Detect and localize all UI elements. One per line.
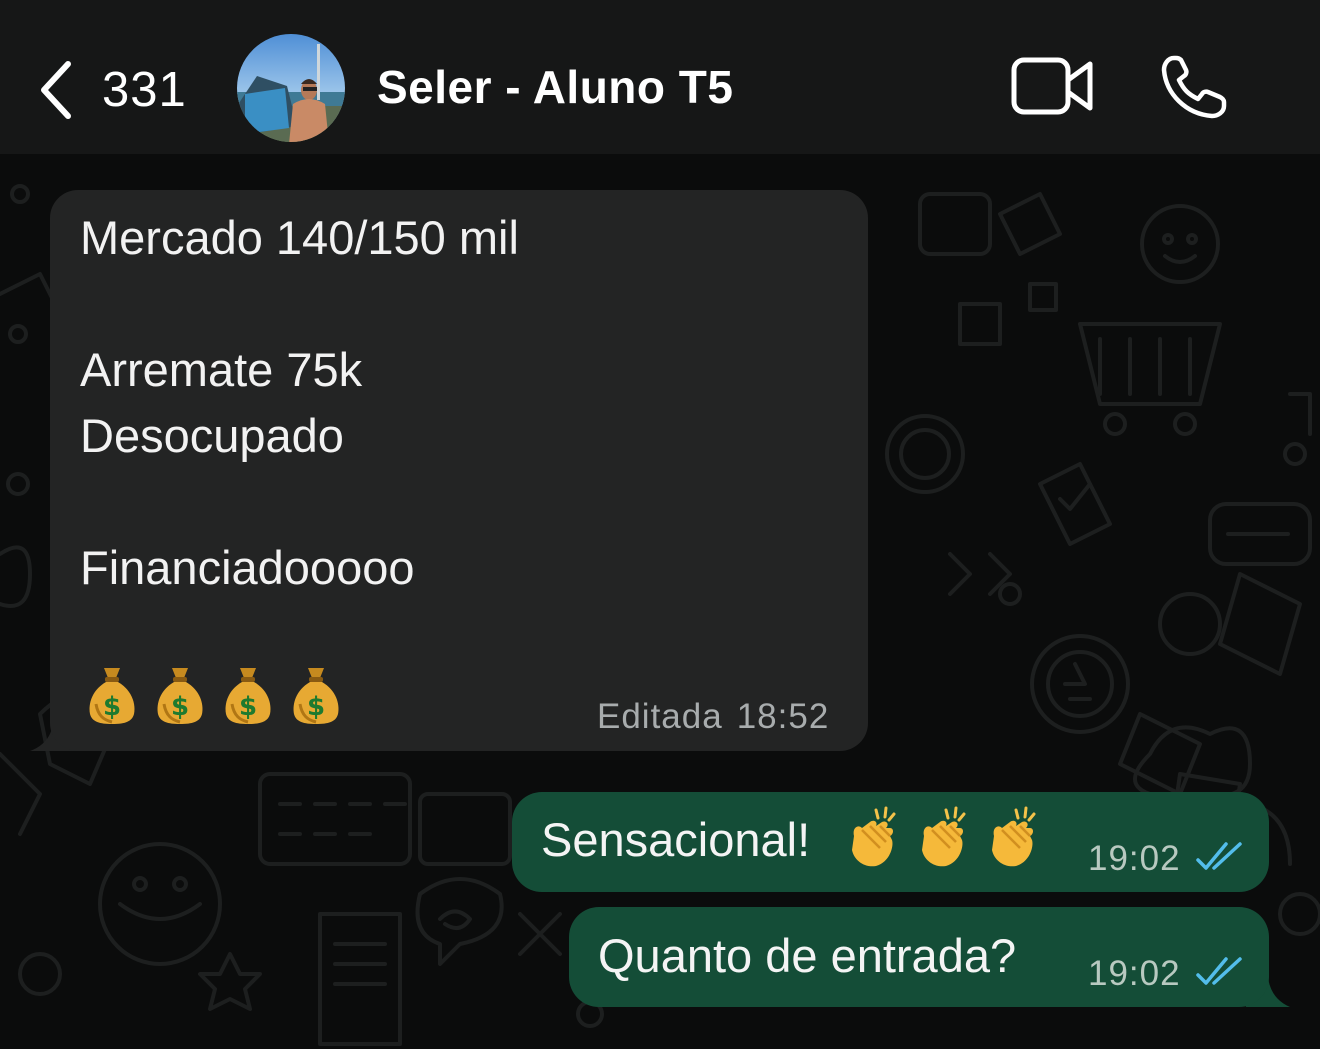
- incoming-message-line: Mercado 140/150 mil: [80, 211, 519, 264]
- clapping-hands-icon: [852, 806, 896, 867]
- svg-text:$: $: [307, 692, 325, 722]
- video-camera-icon: [1011, 57, 1093, 115]
- back-button[interactable]: 331: [36, 58, 206, 122]
- money-bag-icon: $: [89, 668, 135, 724]
- voice-call-button[interactable]: [1160, 54, 1228, 120]
- svg-text:$: $: [103, 692, 121, 722]
- outgoing-message-text: Sensacional!: [541, 813, 811, 866]
- money-bag-icon: $: [157, 668, 203, 724]
- money-bag-icon: $: [293, 668, 339, 724]
- clapping-hands-icon: [922, 806, 966, 867]
- chat-header: 331 Seler - Aluno T5: [0, 0, 1320, 154]
- unread-count: 331: [102, 63, 187, 117]
- incoming-message-line: Arremate 75k: [80, 343, 363, 396]
- clap-emoji-row: [846, 806, 1042, 870]
- incoming-message-line: Financiadooooo: [80, 541, 415, 594]
- money-bag-icon: $: [225, 668, 271, 724]
- clapping-hands-icon: [992, 806, 1036, 867]
- phone-icon: [1161, 55, 1227, 119]
- message-meta: Editada 18:52: [597, 697, 829, 737]
- message-time: 19:02: [1088, 839, 1181, 878]
- message-time: 18:52: [736, 697, 830, 736]
- svg-text:$: $: [239, 692, 257, 722]
- contact-avatar[interactable]: [237, 34, 345, 142]
- video-call-button[interactable]: [1010, 56, 1094, 116]
- message-time: 19:02: [1088, 954, 1181, 993]
- chevron-left-icon: [41, 61, 71, 119]
- svg-text:$: $: [171, 692, 189, 722]
- money-bag-emoji-row: $ $ $ $: [86, 664, 342, 726]
- outgoing-message-text: Quanto de entrada?: [598, 929, 1017, 982]
- contact-name[interactable]: Seler - Aluno T5: [377, 60, 733, 114]
- read-receipt-icon: [1196, 842, 1242, 870]
- edited-label: Editada: [597, 697, 723, 736]
- read-receipt-icon: [1196, 957, 1242, 985]
- incoming-message-line: Desocupado: [80, 409, 344, 462]
